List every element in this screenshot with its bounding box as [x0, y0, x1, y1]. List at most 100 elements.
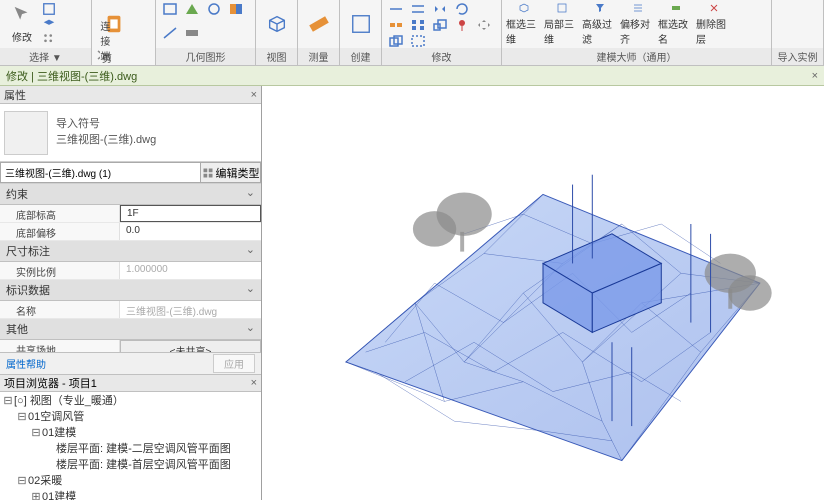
- pin-icon: [454, 18, 470, 32]
- mod-1[interactable]: [386, 2, 406, 16]
- ribbon-group-import: 导入实例: [772, 0, 824, 65]
- properties-preview: 导入符号 三维视图-(三维).dwg: [0, 104, 261, 162]
- modify-button[interactable]: 修改: [4, 2, 40, 46]
- pg-group-constraint[interactable]: 约束⌄: [0, 184, 261, 205]
- instance-selector[interactable]: [0, 162, 201, 183]
- geo-1[interactable]: [160, 2, 180, 16]
- align-icon: [388, 2, 404, 16]
- rename-icon: [665, 2, 687, 14]
- modify-label: 修改: [12, 29, 32, 44]
- geo-3[interactable]: [204, 2, 224, 16]
- pg-label: 底部偏移: [0, 223, 120, 240]
- properties-footer: 属性帮助 应用: [0, 352, 261, 374]
- frame3d-icon: [513, 2, 535, 14]
- geo-4[interactable]: [226, 2, 246, 16]
- mod-6[interactable]: [386, 18, 406, 32]
- tree-row[interactable]: ⊟01建模: [0, 424, 261, 440]
- measure-button[interactable]: [302, 2, 335, 46]
- filter-icon: [589, 2, 611, 14]
- mirror-icon: [432, 2, 448, 16]
- ribbon-toolbar: 修改 选择 ▼ 连接端切割 剪切 ▼ 粘贴 ▼ 剪贴板: [0, 0, 824, 66]
- geo-5[interactable]: [160, 26, 180, 40]
- ribbon-group-geometry: 几何图形: [156, 0, 256, 65]
- shape-icon: [228, 2, 244, 16]
- ribbon-group-measure-label: 测量: [298, 48, 339, 65]
- shared-site-button[interactable]: <未共享>: [120, 340, 261, 352]
- tree-row[interactable]: 楼层平面: 建模-首层空调风管平面图: [0, 456, 261, 472]
- properties-close[interactable]: ×: [251, 89, 257, 101]
- delete-layer-button[interactable]: 删除图层: [696, 2, 732, 46]
- base-offset-value[interactable]: 0.0: [120, 223, 261, 240]
- pg-row-shared-site: 共享场地 <未共享>: [0, 340, 261, 352]
- geo-6[interactable]: [182, 26, 202, 40]
- project-browser-header: 项目浏览器 - 项目1 ×: [0, 374, 261, 392]
- shape-icon: [162, 2, 178, 16]
- mod-3[interactable]: [430, 2, 450, 16]
- properties-apply-button[interactable]: 应用: [213, 354, 255, 373]
- tree-row[interactable]: ⊟01空调风管: [0, 408, 261, 424]
- project-browser-close[interactable]: ×: [251, 377, 257, 389]
- ribbon-small-2[interactable]: [42, 17, 56, 31]
- create-button[interactable]: [344, 2, 377, 46]
- scale-value: 1.000000: [120, 262, 261, 279]
- scale-icon: [432, 18, 448, 32]
- local-3d-button[interactable]: 局部三维: [544, 2, 580, 46]
- rename-button[interactable]: 框选改名: [658, 2, 694, 46]
- offset-icon: [410, 2, 426, 16]
- name-value: 三维视图-(三维).dwg: [120, 301, 261, 318]
- 3d-viewport[interactable]: [262, 86, 824, 500]
- pg-group-dimension[interactable]: 尺寸标注⌄: [0, 241, 261, 262]
- local3d-icon: [551, 2, 573, 14]
- pg-row-scale: 实例比例 1.000000: [0, 262, 261, 280]
- tree-row[interactable]: 楼层平面: 建模-二层空调风管平面图: [0, 440, 261, 456]
- shape-icon: [184, 26, 200, 40]
- group-icon: [410, 34, 426, 48]
- project-browser-tree: ⊟[○] 视图（专业_暖通） ⊟01空调风管 ⊟01建模 楼层平面: 建模-二层…: [0, 392, 261, 500]
- mod-4[interactable]: [452, 2, 472, 16]
- pg-group-other[interactable]: 其他⌄: [0, 319, 261, 340]
- tree-row[interactable]: ⊟02采暖: [0, 472, 261, 488]
- plus-box-icon: [350, 13, 372, 35]
- rotate-icon: [454, 2, 470, 16]
- cube-icon: [266, 13, 288, 35]
- pg-group-identity[interactable]: 标识数据⌄: [0, 280, 261, 301]
- deletelayer-icon: [703, 2, 725, 14]
- base-level-input[interactable]: 1F: [120, 205, 261, 222]
- mod-12[interactable]: [408, 34, 428, 48]
- pg-row-base-offset: 底部偏移 0.0: [0, 223, 261, 241]
- properties-header: 属性 ×: [0, 86, 261, 104]
- ribbon-small-1[interactable]: [42, 2, 56, 16]
- mod-8[interactable]: [430, 18, 450, 32]
- pg-label: 实例比例: [0, 262, 120, 279]
- type-name: 三维视图-(三维).dwg: [56, 133, 156, 148]
- mod-11[interactable]: [386, 34, 406, 48]
- context-tab-close[interactable]: ×: [812, 70, 818, 82]
- edit-type-button[interactable]: 编辑类型: [201, 162, 261, 183]
- mod-7[interactable]: [408, 18, 428, 32]
- tree-row[interactable]: ⊟[○] 视图（专业_暖通）: [0, 392, 261, 408]
- mod-2[interactable]: [408, 2, 428, 16]
- mod-9[interactable]: [452, 18, 472, 32]
- cursor-icon: [11, 5, 33, 27]
- view-button[interactable]: [260, 2, 293, 46]
- ribbon-group-geometry-label: 几何图形: [156, 48, 255, 65]
- ribbon-group-modelmaster-label: 建模大师（通用）: [502, 48, 771, 65]
- ribbon-group-modify-label: 修改: [382, 48, 501, 65]
- layer-icon: [42, 17, 56, 31]
- properties-grid: 约束⌄ 底部标高 1F 底部偏移 0.0 尺寸标注⌄ 实例比例 1.000000…: [0, 184, 261, 352]
- geo-2[interactable]: [182, 2, 202, 16]
- properties-help-link[interactable]: 属性帮助: [6, 356, 46, 371]
- ribbon-small-3[interactable]: [42, 32, 56, 46]
- left-panel: 属性 × 导入符号 三维视图-(三维).dwg 编辑类型 约束⌄ 底部标高 1F: [0, 86, 262, 500]
- offset-align-button[interactable]: 偏移对齐: [620, 2, 656, 46]
- mod-5[interactable]: [474, 2, 494, 16]
- type-thumbnail: [4, 111, 48, 155]
- type-category: 导入符号: [56, 117, 156, 132]
- edit-icon: [202, 167, 214, 179]
- ribbon-group-create: 创建: [340, 0, 382, 65]
- mod-10[interactable]: [474, 18, 494, 32]
- tree-row[interactable]: ⊞01建模: [0, 488, 261, 500]
- pg-row-base-level: 底部标高 1F: [0, 205, 261, 223]
- frame-3d-button[interactable]: 框选三维: [506, 2, 542, 46]
- adv-filter-button[interactable]: 高级过滤: [582, 2, 618, 46]
